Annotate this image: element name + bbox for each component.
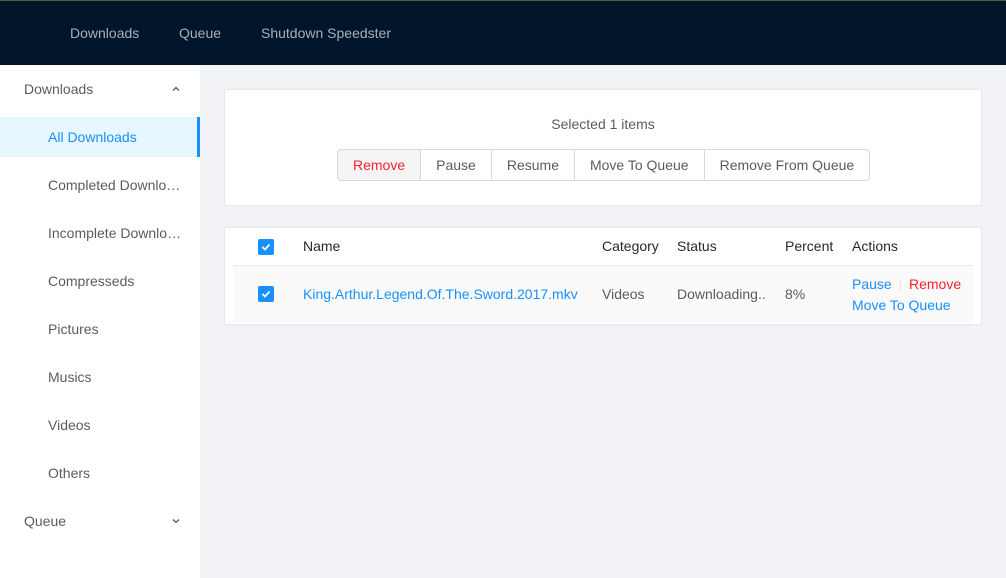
checkmark-icon (261, 290, 271, 298)
sidebar: Downloads All Downloads Completed Downlo… (0, 65, 200, 578)
action-divider (900, 278, 901, 292)
submenu-downloads-label: Downloads (24, 81, 94, 97)
top-navigation-bar: Downloads Queue Shutdown Speedster (0, 0, 1006, 65)
status-cell: Downloading.. (677, 286, 766, 302)
chevron-up-icon (170, 69, 182, 109)
file-name-link[interactable]: King.Arthur.Legend.Of.The.Sword.2017.mkv (303, 286, 578, 302)
sidebar-item-compresseds[interactable]: Compresseds (0, 261, 200, 301)
select-all-checkbox[interactable] (258, 239, 274, 255)
move-to-queue-button[interactable]: Move To Queue (573, 149, 705, 181)
column-header-status[interactable]: Status (677, 238, 717, 254)
topnav-shutdown-speedster[interactable]: Shutdown Speedster (261, 1, 391, 66)
sidebar-item-all-downloads[interactable]: All Downloads (0, 117, 200, 157)
selection-count-text: Selected 1 items (551, 116, 655, 132)
sidebar-item-musics[interactable]: Musics (0, 357, 200, 397)
table-row: King.Arthur.Legend.Of.The.Sword.2017.mkv… (233, 266, 973, 323)
sidebar-submenu-queue[interactable]: Queue (0, 501, 200, 541)
sidebar-item-pictures[interactable]: Pictures (0, 309, 200, 349)
pause-button[interactable]: Pause (420, 149, 492, 181)
column-header-percent[interactable]: Percent (785, 238, 833, 254)
sidebar-item-completed-downloads[interactable]: Completed Downloads (0, 165, 200, 205)
submenu-queue-label: Queue (24, 513, 67, 529)
sidebar-submenu-downloads[interactable]: Downloads (0, 69, 200, 109)
row-pause-link[interactable]: Pause (852, 276, 892, 292)
percent-cell: 8% (785, 286, 806, 302)
column-header-actions: Actions (852, 238, 898, 254)
checkmark-icon (261, 243, 271, 251)
topnav-downloads[interactable]: Downloads (70, 1, 139, 66)
row-remove-link[interactable]: Remove (909, 276, 961, 292)
resume-button[interactable]: Resume (490, 149, 575, 181)
sidebar-item-videos[interactable]: Videos (0, 405, 200, 445)
table-header-row: Name Category Status Percent Actions (233, 228, 973, 266)
bulk-actions-button-group: Remove Pause Resume Move To Queue Remove… (337, 149, 871, 181)
column-header-name[interactable]: Name (303, 238, 340, 254)
category-cell: Videos (602, 286, 645, 302)
column-header-category[interactable]: Category (602, 238, 659, 254)
downloads-table-panel: Name Category Status Percent Actions Kin… (224, 227, 982, 325)
remove-from-queue-button[interactable]: Remove From Queue (703, 149, 871, 181)
sidebar-item-others[interactable]: Others (0, 453, 200, 493)
topnav-queue[interactable]: Queue (179, 1, 221, 66)
row-select-checkbox[interactable] (258, 286, 274, 302)
row-move-to-queue-link[interactable]: Move To Queue (852, 297, 951, 313)
chevron-down-icon (170, 501, 182, 541)
remove-button[interactable]: Remove (337, 149, 422, 181)
selection-toolbar-panel: Selected 1 items Remove Pause Resume Mov… (224, 89, 982, 206)
sidebar-item-incomplete-downloads[interactable]: Incomplete Downloads (0, 213, 200, 253)
